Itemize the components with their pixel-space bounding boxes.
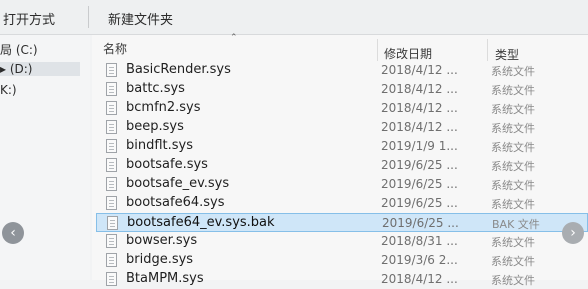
new-folder-button[interactable]: 新建文件夹	[108, 9, 173, 28]
file-type: 系统文件	[491, 122, 535, 135]
file-name: bindflt.sys	[126, 138, 194, 153]
file-type: 系统文件	[491, 236, 535, 249]
file-name: bootsafe_ev.sys	[126, 176, 230, 191]
drive-c[interactable]: 局 (C:)	[0, 41, 38, 58]
column-divider[interactable]	[377, 39, 378, 61]
file-date: 2019/6/25 ...	[381, 177, 458, 191]
column-header: ⌃ 名称 修改日期 类型	[92, 33, 588, 63]
file-date: 2018/8/31 ...	[381, 234, 458, 248]
sort-chevron-icon: ⌃	[230, 33, 238, 43]
system-file-icon	[106, 196, 117, 210]
file-type: BAK 文件	[492, 218, 540, 231]
open-with-button[interactable]: 打开方式	[3, 9, 55, 28]
file-row-selected[interactable]: bootsafe64_ev.sys.bak 2019/6/25 ... BAK …	[96, 213, 588, 232]
file-name: battc.sys	[126, 81, 185, 96]
file-date: 2018/4/12 ...	[381, 82, 458, 96]
chevron-right-icon[interactable]: ›	[562, 222, 584, 244]
file-row[interactable]: bowser.sys 2018/8/31 ... 系统文件	[96, 232, 588, 251]
drive-k[interactable]: K:)	[0, 83, 17, 97]
column-divider[interactable]	[487, 39, 488, 61]
file-date: 2018/4/12 ...	[381, 272, 458, 286]
file-date: 2019/1/9 1...	[381, 139, 458, 153]
system-file-icon	[106, 101, 117, 115]
system-file-icon	[106, 272, 117, 286]
file-row[interactable]: bootsafe.sys 2019/6/25 ... 系统文件	[96, 156, 588, 175]
file-date: 2019/3/6 2...	[381, 253, 458, 267]
file-type: 系统文件	[491, 179, 535, 192]
column-name[interactable]: 名称	[103, 40, 127, 57]
system-file-icon	[106, 234, 117, 248]
toolbar-divider	[88, 6, 89, 28]
file-type: 系统文件	[491, 274, 535, 287]
system-file-icon	[106, 177, 117, 191]
file-row[interactable]: beep.sys 2018/4/12 ... 系统文件	[96, 118, 588, 137]
file-name: bowser.sys	[126, 233, 198, 248]
file-name: bridge.sys	[126, 252, 194, 267]
file-date: 2018/4/12 ...	[381, 63, 458, 77]
file-type: 系统文件	[491, 65, 535, 78]
column-date-modified[interactable]: 修改日期	[384, 45, 432, 62]
file-row[interactable]: bcmfn2.sys 2018/4/12 ... 系统文件	[96, 99, 588, 118]
file-date: 2019/6/25 ...	[381, 196, 458, 210]
drive-d[interactable]: ▸ (D:)	[0, 62, 80, 76]
file-type: 系统文件	[491, 198, 535, 211]
system-file-icon	[106, 253, 117, 267]
file-name: bootsafe.sys	[126, 157, 208, 172]
file-list: ⌃ 名称 修改日期 类型 BasicRender.sys 2018/4/12 .…	[92, 33, 588, 287]
system-file-icon	[106, 120, 117, 134]
file-name: bootsafe64.sys	[126, 195, 225, 210]
file-row[interactable]: BasicRender.sys 2018/4/12 ... 系统文件	[96, 61, 588, 80]
file-type: 系统文件	[491, 84, 535, 97]
bak-file-icon	[107, 216, 118, 230]
file-date: 2019/6/25 ...	[381, 158, 458, 172]
chevron-left-icon[interactable]: ‹	[2, 222, 24, 244]
file-name: bcmfn2.sys	[126, 100, 201, 115]
file-date: 2018/4/12 ...	[381, 120, 458, 134]
file-type: 系统文件	[491, 141, 535, 154]
file-name: BtaMPM.sys	[126, 271, 204, 286]
system-file-icon	[106, 139, 117, 153]
file-name: beep.sys	[126, 119, 184, 134]
file-name: BasicRender.sys	[126, 62, 231, 77]
file-row[interactable]: battc.sys 2018/4/12 ... 系统文件	[96, 80, 588, 99]
file-date: 2019/6/25 ...	[382, 216, 459, 230]
system-file-icon	[106, 82, 117, 96]
file-row[interactable]: bootsafe_ev.sys 2019/6/25 ... 系统文件	[96, 175, 588, 194]
file-row[interactable]: bridge.sys 2019/3/6 2... 系统文件	[96, 251, 588, 270]
command-toolbar: 打开方式 新建文件夹	[0, 0, 588, 35]
system-file-icon	[106, 63, 117, 77]
file-row[interactable]: bindflt.sys 2019/1/9 1... 系统文件	[96, 137, 588, 156]
file-type: 系统文件	[491, 103, 535, 116]
file-name: bootsafe64_ev.sys.bak	[127, 215, 275, 230]
file-row[interactable]: bootsafe64.sys 2019/6/25 ... 系统文件	[96, 194, 588, 213]
file-type: 系统文件	[491, 255, 535, 268]
file-type: 系统文件	[491, 160, 535, 173]
file-date: 2018/4/12 ...	[381, 101, 458, 115]
system-file-icon	[106, 158, 117, 172]
